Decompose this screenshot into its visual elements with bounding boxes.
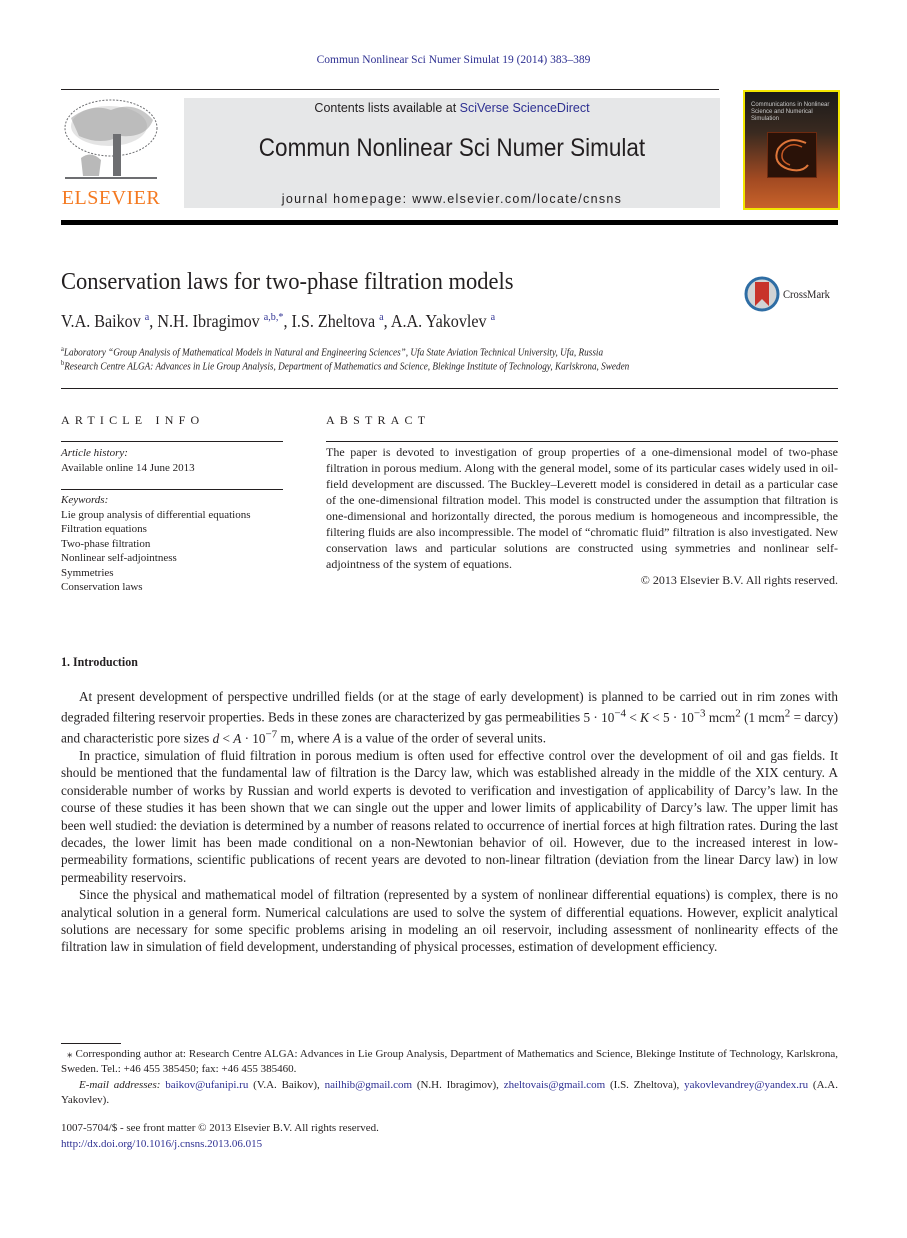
affiliation-a: aLaboratory “Group Analysis of Mathemati… [61, 345, 603, 358]
paragraph: Since the physical and mathematical mode… [61, 887, 838, 955]
front-matter: 1007-5704/$ - see front matter © 2013 El… [61, 1121, 379, 1152]
math-run: < [626, 709, 641, 725]
author-affiliation-mark[interactable]: a,b,* [264, 311, 284, 323]
author[interactable]: I.S. Zheltova a [292, 311, 384, 331]
email-link[interactable]: baikov@ufanipi.ru [165, 1079, 248, 1091]
keyword: Symmetries [61, 566, 114, 579]
article-info-heading: ARTICLE INFO [61, 413, 205, 427]
math-var: K [640, 709, 649, 725]
running-head-citation[interactable]: Commun Nonlinear Sci Numer Simulat 19 (2… [0, 54, 907, 66]
corresponding-author-note: ⁎ Corresponding author at: Research Cent… [61, 1048, 838, 1076]
email-addresses: E-mail addresses: baikov@ufanipi.ru (V.A… [61, 1078, 838, 1109]
cover-spiral-icon [775, 139, 809, 172]
cover-title: Communications in Nonlinear Science and … [751, 102, 830, 122]
abstract-rule [326, 441, 838, 442]
pore-size-inequality: d < A · 10−7 [213, 728, 278, 746]
keyword: Nonlinear self-adjointness [61, 552, 177, 564]
elsevier-tree-icon [64, 99, 158, 179]
author-name: A.A. Yakovlev [390, 311, 487, 331]
keywords-label: Keywords: [61, 494, 109, 506]
math-run: (1 mcm [740, 709, 785, 725]
paragraph: At present development of perspective un… [61, 688, 838, 747]
contents-prefix: Contents lists available at [314, 101, 460, 115]
math-var: A [332, 730, 341, 746]
affiliation-text: Laboratory “Group Analysis of Mathematic… [63, 347, 604, 359]
affiliations-rule [61, 388, 838, 389]
author-list: V.A. Baikov a, N.H. Ibragimov a,b,*, I.S… [61, 311, 495, 332]
permeability-inequality: 5 · 10−4 < K < 5 · 10−3 mcm2 (1 mcm2 [583, 707, 790, 725]
affiliation-b: bResearch Centre ALGA: Advances in Lie G… [61, 359, 629, 372]
affiliation-text: Research Centre ALGA: Advances in Lie Gr… [64, 361, 630, 373]
author[interactable]: N.H. Ibragimov a,b,* [157, 311, 283, 331]
history-label: Article history: [61, 447, 128, 459]
journal-banner: Contents lists available at SciVerse Sci… [184, 98, 720, 208]
email-label: E-mail addresses: [79, 1078, 161, 1091]
email-owner: (I.S. Zheltova), [605, 1078, 685, 1091]
crossmark-button[interactable]: CrossMark [744, 276, 854, 312]
separator: , [383, 311, 391, 331]
article-history: Article history: Available online 14 Jun… [61, 446, 195, 475]
journal-homepage-link[interactable]: journal homepage: www.elsevier.com/locat… [184, 192, 720, 206]
email-link[interactable]: zheltovais@gmail.com [504, 1079, 605, 1091]
keyword: Lie group analysis of differential equat… [61, 508, 251, 521]
introduction-body: At present development of perspective un… [61, 688, 838, 956]
paragraph: In practice, simulation of fluid filtrat… [61, 748, 838, 885]
abstract-heading: ABSTRACT [326, 413, 431, 427]
cover-artwork [767, 132, 817, 178]
separator: , [149, 311, 158, 331]
email-link[interactable]: nailhib@gmail.com [325, 1079, 412, 1091]
math-run: 5 · 10 [583, 709, 615, 725]
abstract-body: The paper is devoted to investigation of… [326, 444, 838, 588]
email-owner: (N.H. Ibragimov), [412, 1078, 504, 1091]
section-heading-introduction: 1. Introduction [61, 654, 138, 669]
math-run: < 5 · 10 [648, 709, 694, 725]
elsevier-logo[interactable]: ELSEVIER [61, 98, 161, 210]
journal-cover-image[interactable]: Communications in Nonlinear Science and … [743, 90, 840, 210]
keyword: Filtration equations [61, 523, 147, 535]
article-title: Conservation laws for two-phase filtrati… [61, 268, 514, 295]
author-name: I.S. Zheltova [291, 311, 376, 331]
author-name: V.A. Baikov [61, 311, 141, 331]
abstract-text: The paper is devoted to investigation of… [326, 445, 838, 571]
sciencedirect-link[interactable]: SciVerse ScienceDirect [460, 101, 590, 115]
exponent: −3 [693, 707, 706, 720]
footnote-rule [61, 1043, 121, 1044]
author[interactable]: V.A. Baikov a [61, 311, 149, 331]
text-run: m, where [277, 730, 333, 746]
doi-link[interactable]: http://dx.doi.org/10.1016/j.cnsns.2013.0… [61, 1138, 262, 1150]
abstract-copyright: © 2013 Elsevier B.V. All rights reserved… [640, 573, 838, 587]
crossmark-icon [744, 276, 780, 312]
article-info-rule [61, 441, 283, 442]
author[interactable]: A.A. Yakovlev a [391, 311, 495, 331]
keywords-rule [61, 489, 283, 490]
exponent: −7 [265, 728, 278, 741]
author-name: N.H. Ibragimov [157, 311, 260, 331]
math-run: · 10 [241, 730, 266, 746]
email-link[interactable]: yakovlevandrey@yandex.ru [684, 1079, 808, 1091]
header-thick-rule [61, 220, 838, 225]
footnotes: ⁎ Corresponding author at: Research Cent… [61, 1047, 838, 1108]
author-affiliation-mark[interactable]: a [491, 311, 495, 323]
math-run: < [219, 730, 234, 746]
history-value: Available online 14 June 2013 [61, 461, 195, 474]
keyword: Conservation laws [61, 581, 143, 593]
math-run: mcm [705, 709, 736, 725]
separator: , [283, 311, 292, 331]
text-run: is a value of the order of several units… [340, 730, 546, 746]
header-rule [61, 89, 719, 90]
keywords-block: Keywords: Lie group analysis of differen… [61, 493, 251, 595]
elsevier-wordmark: ELSEVIER [61, 187, 161, 209]
keyword: Two-phase filtration [61, 537, 151, 550]
email-owner: (V.A. Baikov), [248, 1078, 325, 1091]
journal-name: Commun Nonlinear Sci Numer Simulat [258, 134, 646, 162]
exponent: −4 [614, 707, 627, 720]
contents-line: Contents lists available at SciVerse Sci… [184, 101, 720, 115]
crossmark-label: CrossMark [783, 287, 830, 301]
issn-line: 1007-5704/$ - see front matter © 2013 El… [61, 1122, 379, 1134]
